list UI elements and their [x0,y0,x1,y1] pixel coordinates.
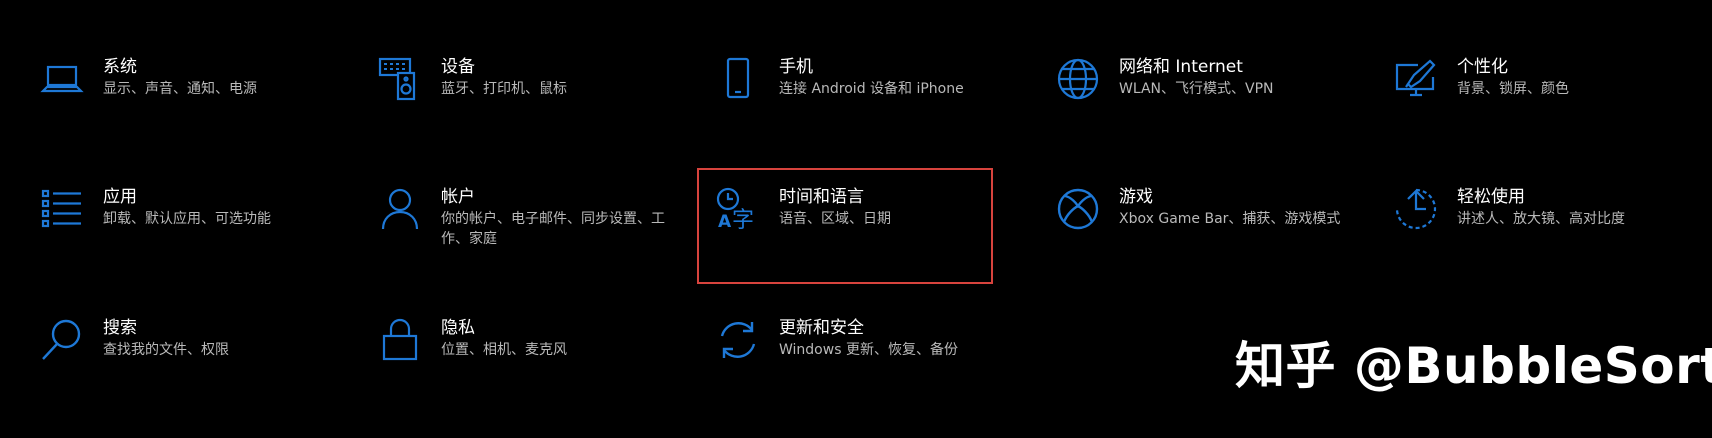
tile-accounts[interactable]: 帐户 你的帐户、电子邮件、同步设置、工作、家庭 [378,187,678,297]
globe-icon [1056,57,1100,101]
tile-phone[interactable]: 手机 连接 Android 设备和 iPhone [716,57,1016,167]
tile-description: WLAN、飞行模式、VPN [1119,81,1274,97]
tile-description: 你的帐户、电子邮件、同步设置、工作、家庭 [441,211,665,247]
tile-ease-of-access[interactable]: 轻松使用 讲述人、放大镜、高对比度 [1394,187,1694,297]
sync-icon [716,318,760,362]
tile-system[interactable]: 系统 显示、声音、通知、电源 [40,57,340,167]
tile-search[interactable]: 搜索 查找我的文件、权限 [40,318,340,428]
tile-description: 查找我的文件、权限 [103,342,229,358]
tile-gaming[interactable]: 游戏 Xbox Game Bar、捕获、游戏模式 [1056,187,1356,297]
tile-description: 讲述人、放大镜、高对比度 [1457,211,1625,227]
tile-title: 个性化 [1457,57,1508,77]
tile-title: 应用 [103,187,137,207]
tile-description: Xbox Game Bar、捕获、游戏模式 [1119,211,1341,227]
tile-devices[interactable]: 设备 蓝牙、打印机、鼠标 [378,57,678,167]
tile-title: 隐私 [441,318,475,338]
highlight-box [697,168,993,284]
tile-description: 位置、相机、麦克风 [441,342,567,358]
ease-of-access-icon [1394,187,1438,231]
tile-description: 蓝牙、打印机、鼠标 [441,81,567,97]
paint-monitor-icon [1394,57,1438,101]
xbox-icon [1056,187,1100,231]
search-icon [40,318,84,362]
laptop-icon [40,57,84,101]
tile-title: 设备 [441,57,475,77]
tile-personalization[interactable]: 个性化 背景、锁屏、颜色 [1394,57,1694,167]
tile-apps[interactable]: 应用 卸载、默认应用、可选功能 [40,187,340,297]
tile-title: 游戏 [1119,187,1153,207]
tile-title: 搜索 [103,318,137,338]
phone-icon [716,57,760,101]
person-icon [378,187,422,231]
tile-description: 背景、锁屏、颜色 [1457,81,1569,97]
tile-title: 系统 [103,57,137,77]
tile-title: 帐户 [441,187,475,207]
watermark: 知乎 @BubbleSort [1235,337,1712,395]
tile-title: 更新和安全 [779,318,864,338]
tile-privacy[interactable]: 隐私 位置、相机、麦克风 [378,318,678,428]
tile-description: 连接 Android 设备和 iPhone [779,81,964,97]
tile-title: 轻松使用 [1457,187,1525,207]
apps-list-icon [40,187,84,231]
lock-icon [378,318,422,362]
devices-icon [378,57,422,101]
tile-network[interactable]: 网络和 Internet WLAN、飞行模式、VPN [1056,57,1356,167]
tile-description: Windows 更新、恢复、备份 [779,342,958,358]
tile-update-security[interactable]: 更新和安全 Windows 更新、恢复、备份 [716,318,1016,428]
tile-title: 手机 [779,57,813,77]
tile-description: 显示、声音、通知、电源 [103,81,257,97]
tile-title: 网络和 Internet [1119,57,1243,77]
tile-description: 卸载、默认应用、可选功能 [103,211,271,227]
